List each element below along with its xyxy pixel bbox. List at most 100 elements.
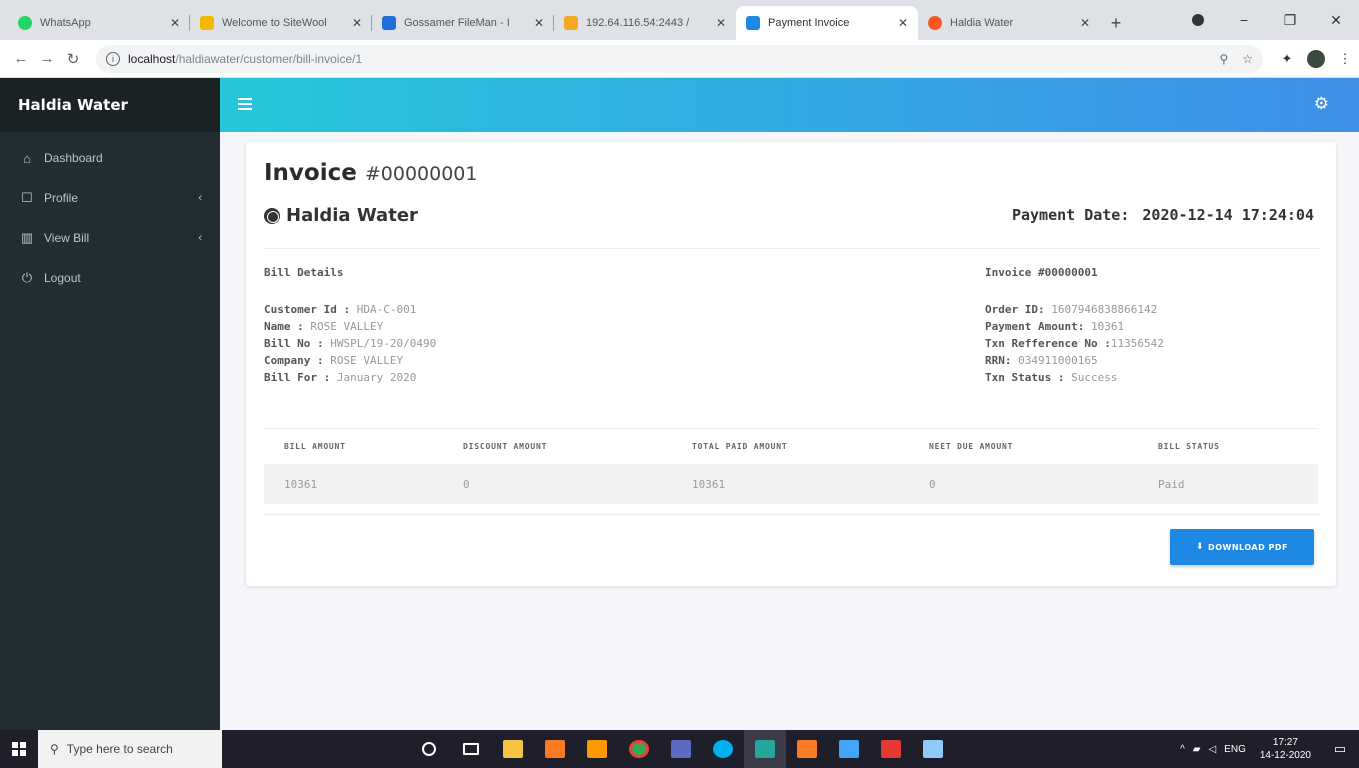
browser-tab-whatsapp[interactable]: WhatsApp ✕ <box>8 6 190 40</box>
download-icon: ⬇ <box>1196 542 1205 552</box>
active-app-icon[interactable] <box>744 730 786 768</box>
file-explorer-icon[interactable] <box>492 730 534 768</box>
divider <box>264 514 1320 515</box>
warning-favicon-icon <box>564 16 578 30</box>
company-name: Haldia Water <box>264 205 418 226</box>
bill-for-row: Bill For : January 2020 <box>264 371 417 384</box>
xampp-control-icon[interactable] <box>786 730 828 768</box>
gear-icon[interactable]: ⚙ <box>1314 94 1329 114</box>
order-id-row: Order ID: 1607946838866142 <box>985 303 1158 316</box>
brand-logo[interactable]: Haldia Water <box>0 78 220 132</box>
site-info-icon[interactable]: i <box>106 51 120 66</box>
extension-icon[interactable]: ✦ <box>1273 51 1301 67</box>
taskbar-search-input[interactable]: ⚲ Type here to search <box>38 730 222 768</box>
close-tab-icon[interactable]: ✕ <box>352 16 362 30</box>
browser-tab-haldia-water[interactable]: Haldia Water ✕ <box>918 6 1100 40</box>
close-tab-icon[interactable]: ✕ <box>716 16 726 30</box>
browser-tab-ip[interactable]: 192.64.116.54:2443 / ✕ <box>554 6 736 40</box>
page-title: Invoice #00000001 <box>264 160 478 186</box>
browser-menu-icon[interactable]: ⋮ <box>1331 51 1359 67</box>
window-controls: − ❐ ✕ <box>1175 0 1359 40</box>
browser-tab-payment-invoice[interactable]: Payment Invoice ✕ <box>736 6 918 40</box>
app-icon[interactable] <box>912 730 954 768</box>
company-row: Company : ROSE VALLEY <box>264 354 404 367</box>
payment-amount-value: 10361 <box>1090 320 1125 333</box>
download-label: DOWNLOAD PDF <box>1208 542 1288 552</box>
volume-icon[interactable]: ◁ <box>1208 744 1216 755</box>
payment-date-value: 2020-12-14 17:24:04 <box>1142 206 1314 224</box>
browser-profile-icon[interactable] <box>1175 14 1221 26</box>
sublime-text-icon[interactable] <box>576 730 618 768</box>
whatsapp-favicon-icon <box>18 16 32 30</box>
profile-icon: ☐ <box>21 190 33 205</box>
sidebar-item-label: Dashboard <box>44 151 103 165</box>
browser-toolbar: ← → ↻ i localhost /haldiawater/customer/… <box>0 40 1359 78</box>
rrn-row: RRN: 034911000165 <box>985 354 1098 367</box>
sidebar-item-label: Logout <box>44 271 81 285</box>
clock-date: 14-12-2020 <box>1259 750 1311 761</box>
sidebar-item-logout[interactable]: ⏻ Logout <box>0 258 220 298</box>
download-pdf-button[interactable]: ⬇ DOWNLOAD PDF <box>1170 529 1314 565</box>
search-icon: ⚲ <box>50 742 59 756</box>
forward-icon[interactable]: → <box>34 50 60 67</box>
bill-details-heading: Bill Details <box>264 266 344 279</box>
bill-no-row: Bill No : HWSPL/19-20/0490 <box>264 337 437 350</box>
fileman-favicon-icon <box>382 16 396 30</box>
zoom-icon[interactable]: ⚲ <box>1219 52 1228 66</box>
invoice-card: Invoice #00000001 Haldia Water Payment D… <box>246 142 1336 586</box>
notification-icon[interactable]: ▭ <box>1325 741 1355 757</box>
table-cell: 0 <box>929 477 936 491</box>
invoice-favicon-icon <box>746 16 760 30</box>
new-tab-button[interactable]: + <box>1100 6 1132 40</box>
xampp-icon[interactable] <box>534 730 576 768</box>
network-icon[interactable]: ▰ <box>1193 744 1201 755</box>
globe-icon <box>264 207 280 224</box>
minimize-icon[interactable]: − <box>1221 12 1267 28</box>
close-window-icon[interactable]: ✕ <box>1313 12 1359 29</box>
close-tab-icon[interactable]: ✕ <box>170 16 180 30</box>
txn-ref-value: 11356542 <box>1110 337 1164 350</box>
app-icon[interactable] <box>660 730 702 768</box>
column-header: TOTAL PAID AMOUNT <box>692 442 788 451</box>
payment-date-label: Payment Date: <box>1011 206 1130 224</box>
sidebar-item-dashboard[interactable]: ⌂ Dashboard <box>0 138 220 178</box>
task-view-icon[interactable] <box>450 730 492 768</box>
menu-toggle-icon[interactable] <box>238 98 252 113</box>
address-bar[interactable]: i localhost /haldiawater/customer/bill-i… <box>96 44 1263 73</box>
customer-id-value: HDA-C-001 <box>356 303 417 316</box>
sidebar-item-view-bill[interactable]: ▥ View Bill ‹ <box>0 218 220 258</box>
tab-title: Haldia Water <box>950 17 1014 29</box>
browser-tab-sitewool[interactable]: Welcome to SiteWool ✕ <box>190 6 372 40</box>
chevron-up-icon[interactable]: ^ <box>1180 744 1185 755</box>
sidebar-item-profile[interactable]: ☐ Profile ‹ <box>0 178 220 218</box>
bookmark-star-icon[interactable]: ☆ <box>1242 52 1253 66</box>
payment-date: Payment Date: 2020-12-14 17:24:04 <box>1012 206 1314 224</box>
cortana-icon[interactable] <box>408 730 450 768</box>
close-tab-icon[interactable]: ✕ <box>898 16 908 30</box>
browser-tab-fileman[interactable]: Gossamer FileMan - I ✕ <box>372 6 554 40</box>
reload-icon[interactable]: ↻ <box>60 50 86 68</box>
close-tab-icon[interactable]: ✕ <box>534 16 544 30</box>
taskbar-apps <box>408 730 954 768</box>
sitewool-favicon-icon <box>200 16 214 30</box>
company-name-text: Haldia Water <box>286 205 418 226</box>
back-icon[interactable]: ← <box>8 50 34 67</box>
chevron-left-icon: ‹ <box>198 192 202 204</box>
clock[interactable]: 17:27 14-12-2020 <box>1260 736 1311 762</box>
chart-icon: ▥ <box>20 230 34 245</box>
txn-status-value: Success <box>1071 371 1118 384</box>
chrome-icon[interactable] <box>618 730 660 768</box>
name-row: Name : ROSE VALLEY <box>264 320 384 333</box>
language-indicator[interactable]: ENG <box>1224 744 1246 755</box>
invoice-title-text: Invoice <box>264 160 357 186</box>
clock-time: 17:27 <box>1272 737 1298 748</box>
anydesk-icon[interactable] <box>870 730 912 768</box>
skype-icon[interactable] <box>702 730 744 768</box>
maximize-icon[interactable]: ❐ <box>1267 12 1313 29</box>
start-button[interactable] <box>0 730 38 768</box>
user-avatar-icon[interactable] <box>1307 49 1325 68</box>
app-icon[interactable] <box>828 730 870 768</box>
windows-logo-icon <box>12 742 26 756</box>
sidebar-item-label: Profile <box>44 191 79 205</box>
close-tab-icon[interactable]: ✕ <box>1080 16 1090 30</box>
